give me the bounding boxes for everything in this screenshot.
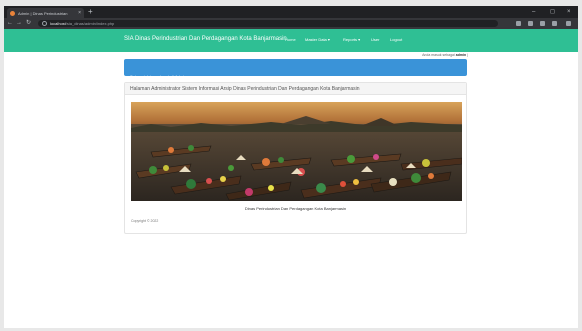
- nav-reports[interactable]: Reports ▾: [343, 37, 360, 42]
- login-prefix: Anda masuk sebagai: [422, 53, 455, 57]
- url-path: /sia_dinas/admin/index.php: [65, 21, 115, 26]
- close-icon[interactable]: ×: [567, 7, 571, 17]
- browser-toolbar: ← → ↻ localhost /sia_dinas/admin/index.p…: [4, 18, 578, 29]
- welcome-text: Selamat datang, kembali Admin: [130, 74, 187, 79]
- login-status: Anda masuk sebagai admin |: [422, 53, 468, 57]
- minimize-icon[interactable]: –: [532, 7, 535, 17]
- content-panel: Halaman Administrator Sistem Informasi A…: [124, 82, 467, 234]
- extension-icon[interactable]: [540, 21, 545, 26]
- address-bar[interactable]: localhost /sia_dinas/admin/index.php: [38, 20, 498, 27]
- nav-logout[interactable]: Logout: [390, 37, 402, 42]
- new-tab-button[interactable]: +: [88, 7, 93, 17]
- brand-title[interactable]: SIA Dinas Perindustrian Dan Perdagangan …: [124, 36, 287, 42]
- menu-icon[interactable]: [566, 21, 571, 26]
- login-username: admin: [455, 53, 467, 57]
- panel-heading: Halaman Administrator Sistem Informasi A…: [125, 83, 466, 95]
- back-icon[interactable]: ←: [7, 19, 13, 28]
- nav-master-data[interactable]: Master Data ▾: [305, 37, 330, 42]
- favicon-icon: [10, 10, 15, 16]
- tab-title: Admin | Dinas Perindustrian: [18, 10, 68, 16]
- login-suffix: |: [467, 53, 468, 57]
- nav-user[interactable]: User: [371, 37, 379, 42]
- tab-strip: Admin | Dinas Perindustrian × + – ◻ ×: [4, 6, 578, 18]
- floating-market-photo: [131, 102, 462, 201]
- browser-tab[interactable]: Admin | Dinas Perindustrian ×: [7, 8, 84, 18]
- tab-close-icon[interactable]: ×: [78, 10, 81, 16]
- welcome-alert: Selamat datang, kembali Admin: [124, 59, 467, 79]
- extension-icon[interactable]: [528, 21, 533, 26]
- extension-icon[interactable]: [516, 21, 521, 26]
- reload-icon[interactable]: ↻: [26, 19, 31, 28]
- browser-window: Admin | Dinas Perindustrian × + – ◻ × ← …: [4, 6, 578, 328]
- copyright-text: Copyright © 2022: [131, 219, 159, 223]
- nav-home[interactable]: Home: [285, 37, 296, 42]
- photo-caption: Dinas Perindustrian Dan Perdagangan Kota…: [244, 206, 347, 211]
- url-host: localhost: [50, 21, 66, 26]
- app-navbar: SIA Dinas Perindustrian Dan Perdagangan …: [4, 29, 578, 52]
- profile-icon[interactable]: [552, 21, 557, 26]
- maximize-icon[interactable]: ◻: [550, 7, 555, 17]
- forward-icon[interactable]: →: [16, 19, 22, 28]
- lock-icon: [42, 21, 47, 26]
